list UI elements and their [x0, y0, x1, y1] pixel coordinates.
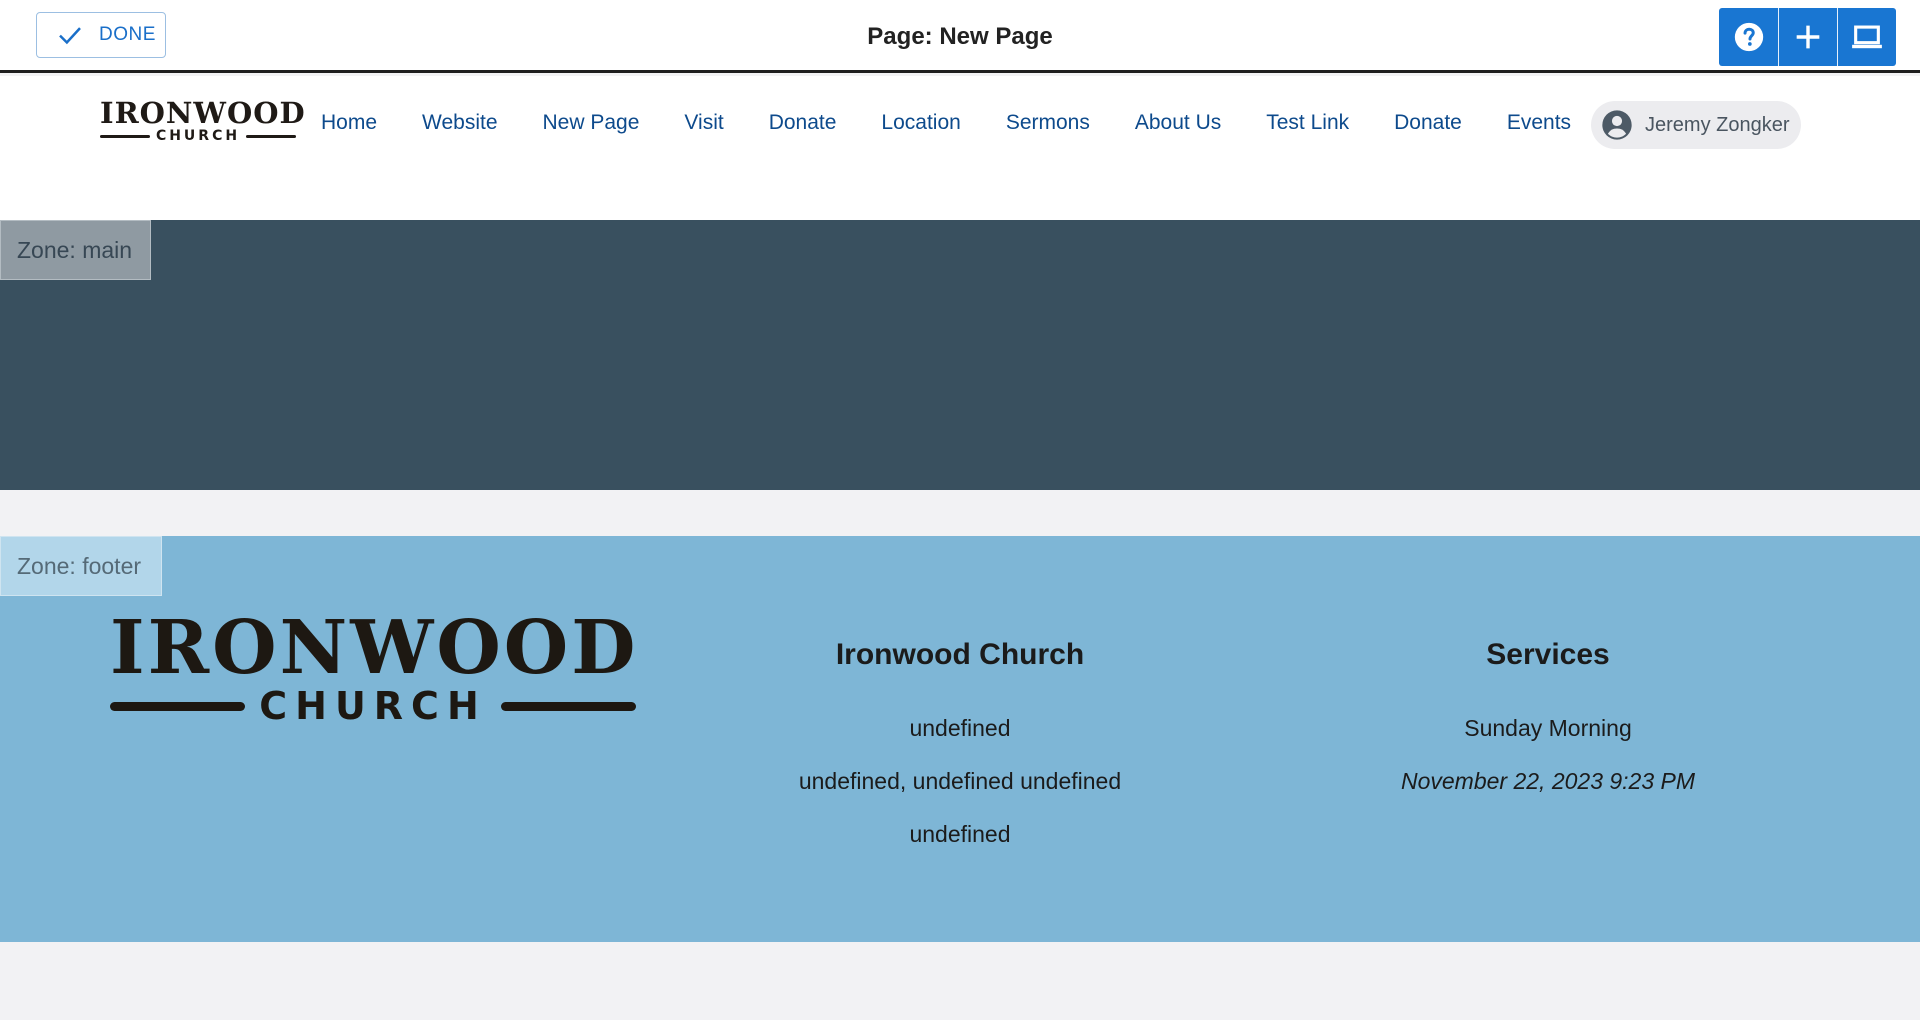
footer-logo-rule-right [500, 701, 636, 711]
nav-item-website[interactable]: Website [422, 111, 497, 135]
footer-logo: IRONWOOD CHURCH [110, 605, 639, 728]
service-name: Sunday Morning [1464, 715, 1632, 741]
user-name: Jeremy Zongker [1645, 113, 1790, 136]
zone-footer-label: Zone: footer [0, 536, 162, 596]
service-time: November 22, 2023 9:23 PM [1400, 768, 1696, 794]
nav-item-events[interactable]: Events [1507, 111, 1571, 135]
main-nav: Home Website New Page Visit Donate Locat… [300, 98, 1595, 148]
footer-address-line-2: undefined, undefined undefined [798, 768, 1122, 794]
nav-item-donate-2[interactable]: Donate [1394, 111, 1462, 135]
done-label: DONE [99, 24, 156, 45]
nav-item-new-page[interactable]: New Page [543, 111, 640, 135]
nav-item-visit[interactable]: Visit [684, 111, 723, 135]
logo-rule-right [246, 134, 297, 138]
footer-services-heading: Services [1486, 638, 1610, 671]
site-header: IRONWOOD CHURCH Home Website New Page Vi… [0, 76, 1920, 220]
zone-footer[interactable]: Zone: footer IRONWOOD CHURCH Ironwood Ch… [0, 536, 1920, 942]
logo-subtitle: CHURCH [155, 128, 241, 144]
footer-address-line-1: undefined [909, 715, 1011, 741]
account-circle-icon [1602, 110, 1632, 140]
device-preview-button[interactable] [1837, 8, 1896, 66]
logo-wordmark: IRONWOOD [100, 96, 306, 130]
footer-logo-wordmark: IRONWOOD [110, 605, 639, 691]
zone-main-label: Zone: main [0, 220, 151, 280]
page-title: Page: New Page [867, 22, 1053, 50]
logo-rule-left [100, 134, 150, 138]
nav-item-about-us[interactable]: About Us [1135, 111, 1221, 135]
plus-icon [1796, 25, 1820, 49]
nav-item-donate[interactable]: Donate [769, 111, 837, 135]
nav-item-test-link[interactable]: Test Link [1266, 111, 1349, 135]
footer-church-info: Ironwood Church undefined undefined, und… [720, 636, 1200, 861]
add-element-button[interactable] [1778, 8, 1837, 66]
header-logo[interactable]: IRONWOOD CHURCH [100, 96, 306, 144]
footer-address-line-3: undefined [909, 821, 1011, 847]
help-icon [1734, 22, 1763, 52]
editor-toolbar: DONE Page: New Page [0, 0, 1920, 73]
check-icon [59, 27, 81, 45]
nav-item-home[interactable]: Home [321, 111, 377, 135]
footer-logo-subtitle: CHURCH [259, 684, 487, 728]
help-button[interactable] [1719, 8, 1778, 66]
user-menu-button[interactable]: Jeremy Zongker [1591, 101, 1801, 149]
done-button[interactable]: DONE [36, 12, 166, 58]
footer-logo-rule-left [110, 701, 246, 711]
footer-church-heading: Ironwood Church [835, 638, 1085, 671]
zone-main[interactable]: Zone: main [0, 220, 1920, 490]
laptop-icon [1852, 25, 1882, 49]
footer-services: Services Sunday Morning November 22, 202… [1308, 636, 1788, 808]
nav-item-sermons[interactable]: Sermons [1006, 111, 1090, 135]
editor-tool-group [1719, 8, 1896, 66]
nav-item-location[interactable]: Location [881, 111, 960, 135]
